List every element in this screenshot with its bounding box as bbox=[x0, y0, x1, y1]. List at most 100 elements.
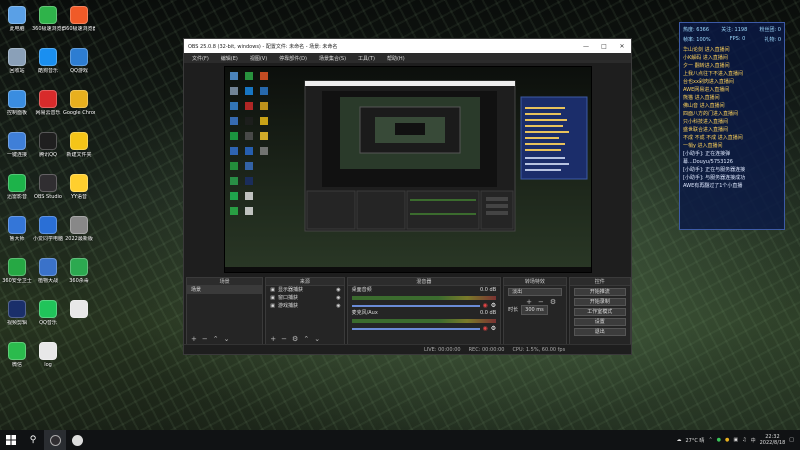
obs-window-title: OBS 25.0.8 (32-bit, windows) - 配置文件: 未命名… bbox=[188, 43, 338, 50]
gear-icon[interactable]: ⚙ bbox=[491, 325, 496, 332]
desktop-icon[interactable]: Google Chrome bbox=[63, 90, 95, 116]
chat-message: [小助手]: 正在与服务器连接 bbox=[683, 167, 746, 173]
move-up-icon[interactable]: ⌃ bbox=[303, 335, 309, 343]
desktop-icon[interactable]: log bbox=[32, 342, 64, 368]
app-icon bbox=[39, 6, 57, 24]
menu-file[interactable]: 文件(F) bbox=[186, 55, 215, 62]
taskbar-chrome-icon[interactable] bbox=[66, 430, 88, 450]
app-tray-icon[interactable]: ● bbox=[725, 437, 729, 443]
menu-edit[interactable]: 编辑(E) bbox=[215, 55, 244, 62]
stat-value: 0 bbox=[777, 37, 781, 43]
transition-select[interactable]: 淡出 bbox=[508, 288, 562, 296]
add-scene-icon[interactable]: + bbox=[191, 335, 197, 343]
eye-icon[interactable]: ◉ bbox=[336, 294, 343, 302]
desktop-icon[interactable]: 360杀毒 bbox=[63, 258, 95, 284]
menu-view[interactable]: 视图(V) bbox=[244, 55, 273, 62]
gear-icon[interactable]: ⚙ bbox=[292, 335, 298, 343]
desktop-icon[interactable]: 鲁大师 bbox=[1, 216, 33, 242]
volume-slider[interactable] bbox=[351, 327, 480, 330]
move-down-icon[interactable]: ⌄ bbox=[224, 335, 230, 343]
desktop-icon[interactable]: 植物大战 bbox=[32, 258, 64, 284]
desktop-icon[interactable]: 腾讯QQ bbox=[32, 132, 64, 158]
exit-button[interactable]: 退出 bbox=[573, 328, 627, 336]
source-item[interactable]: ▣ 游戏捕获 ◉ bbox=[266, 302, 343, 310]
desktop-icon[interactable]: 网易云音乐 bbox=[32, 90, 64, 116]
desktop-icon[interactable]: 小爱同学电脑 bbox=[32, 216, 64, 242]
menu-tools[interactable]: 工具(T) bbox=[352, 55, 381, 62]
preview-recursive-capture bbox=[225, 67, 591, 272]
obs-preview[interactable] bbox=[224, 66, 592, 273]
speaker-mute-icon[interactable]: ◉ bbox=[483, 302, 488, 309]
move-down-icon[interactable]: ⌄ bbox=[314, 335, 320, 343]
clock[interactable]: 22:32 2022/8/18 bbox=[760, 434, 786, 446]
desktop-icon[interactable]: 一键连接 bbox=[1, 132, 33, 158]
desktop-icon[interactable]: 此电脑 bbox=[1, 6, 33, 32]
settings-button[interactable]: 设置 bbox=[573, 318, 627, 326]
desktop-icon[interactable]: 迅雷影音 bbox=[1, 174, 33, 200]
app-icon bbox=[8, 216, 26, 234]
wechat-tray-icon[interactable]: ● bbox=[717, 437, 721, 443]
gear-icon[interactable]: ⚙ bbox=[491, 302, 496, 309]
app-icon bbox=[8, 132, 26, 150]
network-icon[interactable]: ▣ bbox=[733, 437, 738, 443]
desktop-icon[interactable]: 微信 bbox=[1, 342, 33, 368]
stat-key: FPS bbox=[729, 36, 739, 42]
obs-window[interactable]: OBS 25.0.8 (32-bit, windows) - 配置文件: 未命名… bbox=[183, 38, 632, 355]
add-source-icon[interactable]: + bbox=[270, 335, 276, 343]
app-icon bbox=[39, 48, 57, 66]
start-streaming-button[interactable]: 开始推流 bbox=[573, 288, 627, 296]
volume-meter bbox=[351, 296, 497, 300]
desktop-icon[interactable]: 360极速浏览器 bbox=[63, 6, 95, 32]
desktop-icon[interactable]: 新建文件夹 bbox=[63, 132, 95, 158]
desktop-icon[interactable]: 2022最新版 bbox=[63, 216, 95, 242]
remove-scene-icon[interactable]: − bbox=[202, 335, 208, 343]
desktop-icon[interactable]: 控制面板 bbox=[1, 90, 33, 116]
volume-slider[interactable] bbox=[351, 304, 480, 307]
chevron-up-icon[interactable]: ⌃ bbox=[708, 437, 712, 443]
desktop-icon[interactable]: QQ音乐 bbox=[32, 300, 64, 326]
eye-icon[interactable]: ◉ bbox=[336, 286, 343, 294]
gear-icon[interactable]: ⚙ bbox=[550, 298, 556, 306]
minimize-icon[interactable]: — bbox=[577, 43, 595, 50]
move-up-icon[interactable]: ⌃ bbox=[213, 335, 219, 343]
danmaku-overlay[interactable]: 热度: 6366 关注: 1198 粉丝团: 0 帧率: 100% FPS: 0… bbox=[679, 22, 785, 230]
desktop-icon[interactable]: OBS Studio bbox=[32, 174, 64, 200]
remove-source-icon[interactable]: − bbox=[281, 335, 287, 343]
start-button[interactable] bbox=[0, 430, 22, 450]
menu-help[interactable]: 帮助(H) bbox=[381, 55, 411, 62]
source-item[interactable]: ▣ 显示器捕获 ◉ bbox=[266, 286, 343, 294]
scene-item[interactable]: 场景 bbox=[187, 286, 263, 294]
studio-mode-button[interactable]: 工作室模式 bbox=[573, 308, 627, 316]
menu-scene-collection[interactable]: 场景集合(S) bbox=[313, 55, 352, 62]
desktop-icon[interactable]: 回收站 bbox=[1, 48, 33, 74]
volume-icon[interactable]: ♫ bbox=[742, 437, 746, 443]
desktop-icon[interactable]: 视频剪辑 bbox=[1, 300, 33, 326]
source-item[interactable]: ▣ 窗口捕获 ◉ bbox=[266, 294, 343, 302]
close-icon[interactable]: ✕ bbox=[613, 43, 631, 50]
ime-indicator[interactable]: 中 bbox=[751, 437, 756, 444]
stat-key: 帧率 bbox=[683, 37, 694, 43]
desktop-icon[interactable]: YY语音 bbox=[63, 174, 95, 200]
desktop-icon-label: 酷狗音乐 bbox=[37, 68, 58, 74]
desktop-icon-label: QQ音乐 bbox=[39, 320, 57, 326]
stat-key: 礼物 bbox=[764, 37, 775, 43]
menu-docks[interactable]: 停靠部件(D) bbox=[273, 55, 313, 62]
desktop-icon[interactable]: 360安全卫士 bbox=[1, 258, 33, 284]
desktop-icon[interactable] bbox=[63, 300, 95, 320]
desktop-icon[interactable]: 360极速浏览器 bbox=[32, 6, 64, 32]
desktop-icon[interactable]: QQ游戏 bbox=[63, 48, 95, 74]
app-icon bbox=[8, 174, 26, 192]
notification-icon[interactable]: □ bbox=[789, 437, 794, 443]
desktop-icon-label: 360杀毒 bbox=[69, 278, 89, 284]
taskbar-obs-icon[interactable] bbox=[44, 430, 66, 450]
obs-titlebar[interactable]: OBS 25.0.8 (32-bit, windows) - 配置文件: 未命名… bbox=[184, 39, 631, 53]
maximize-icon[interactable]: □ bbox=[595, 43, 613, 50]
desktop-icon[interactable]: 酷狗音乐 bbox=[32, 48, 64, 74]
eye-icon[interactable]: ◉ bbox=[336, 302, 343, 310]
speaker-mute-icon[interactable]: ◉ bbox=[483, 325, 488, 332]
app-icon bbox=[39, 90, 57, 108]
start-recording-button[interactable]: 开始录制 bbox=[573, 298, 627, 306]
search-icon[interactable]: ⚲ bbox=[22, 430, 44, 450]
duration-input[interactable]: 300 ms bbox=[521, 305, 548, 315]
stat-value: 100% bbox=[696, 37, 711, 43]
